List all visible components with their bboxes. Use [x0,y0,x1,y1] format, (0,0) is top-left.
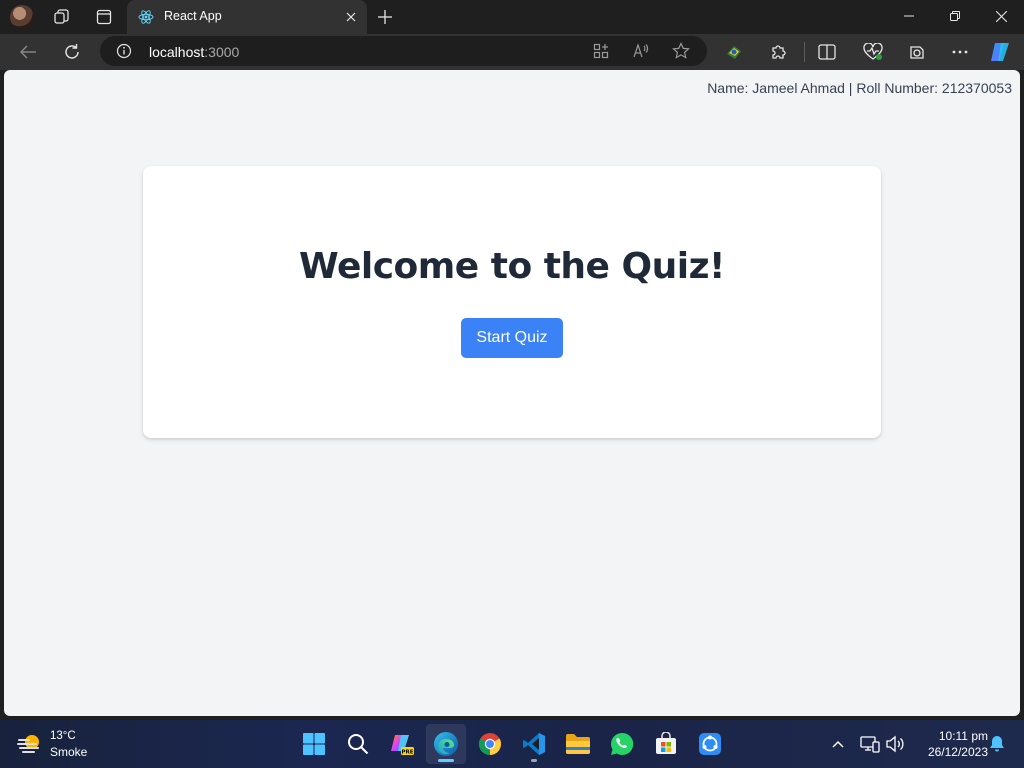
close-window-icon[interactable] [978,0,1024,32]
browser-toolbar: localhost:3000 [0,34,1024,70]
vscode-icon[interactable] [514,724,554,764]
chrome-icon[interactable] [470,724,510,764]
system-clock[interactable]: 10:11 pm 26/12/2023 [912,728,988,760]
haze-weather-icon [17,735,39,753]
network-icon[interactable] [858,732,882,756]
shareit-icon[interactable] [690,724,730,764]
file-explorer-icon[interactable] [558,724,598,764]
welcome-heading: Welcome to the Quiz! [299,246,725,287]
close-tab-icon[interactable] [343,9,359,25]
clock-date: 26/12/2023 [927,745,988,759]
url-text: localhost:3000 [149,44,240,60]
windows-taskbar: 13°C Smoke PRE 10:11 pm 26/12/2023 [0,720,1024,768]
student-info-text: Name: Jameel Ahmad | Roll Number: 212370… [707,80,1012,96]
performance-icon[interactable] [905,40,929,64]
start-quiz-button[interactable]: Start Quiz [461,318,563,358]
more-options-icon[interactable] [948,40,972,64]
notification-bell-icon[interactable] [985,732,1009,756]
toolbar-divider [804,42,805,62]
extension-color-icon[interactable] [722,40,746,64]
site-info-icon[interactable] [116,43,132,59]
edge-icon[interactable] [426,724,466,764]
running-app-indicator [531,759,537,762]
favorite-star-icon[interactable] [671,41,691,61]
workspaces-icon[interactable] [52,7,72,27]
read-aloud-icon[interactable] [631,41,651,61]
tab-strip: React App [0,0,1024,34]
app-available-icon[interactable] [591,41,611,61]
active-app-indicator [438,759,454,762]
restore-icon[interactable] [932,0,978,32]
react-icon [138,10,154,24]
tab-actions-icon[interactable] [94,7,114,27]
svg-text:PRE: PRE [401,749,413,755]
tab-react-app[interactable]: React App [127,0,367,34]
search-icon[interactable] [338,724,378,764]
chevron-up-icon[interactable] [826,732,850,756]
page-viewport: Name: Jameel Ahmad | Roll Number: 212370… [4,70,1020,716]
whatsapp-icon[interactable] [602,724,642,764]
address-bar[interactable]: localhost:3000 [100,36,707,66]
copilot-icon[interactable]: PRE [382,724,422,764]
clock-time: 10:11 pm [938,729,988,743]
extensions-puzzle-icon[interactable] [767,40,791,64]
refresh-icon[interactable] [60,40,84,64]
browser-essentials-icon[interactable] [861,40,885,64]
split-screen-icon[interactable] [815,40,839,64]
new-tab-icon[interactable] [375,7,395,27]
back-icon[interactable] [16,40,40,64]
profile-avatar-icon[interactable] [10,5,34,29]
microsoft-store-icon[interactable] [646,724,686,764]
tab-title: React App [164,9,222,23]
minimize-icon[interactable] [886,0,932,32]
volume-icon[interactable] [883,732,907,756]
welcome-card: Welcome to the Quiz! Start Quiz [143,166,881,438]
weather-condition: Smoke [50,745,88,759]
weather-temperature: 13°C [50,730,76,742]
copilot-sidebar-icon[interactable] [989,40,1013,64]
start-icon[interactable] [294,724,334,764]
